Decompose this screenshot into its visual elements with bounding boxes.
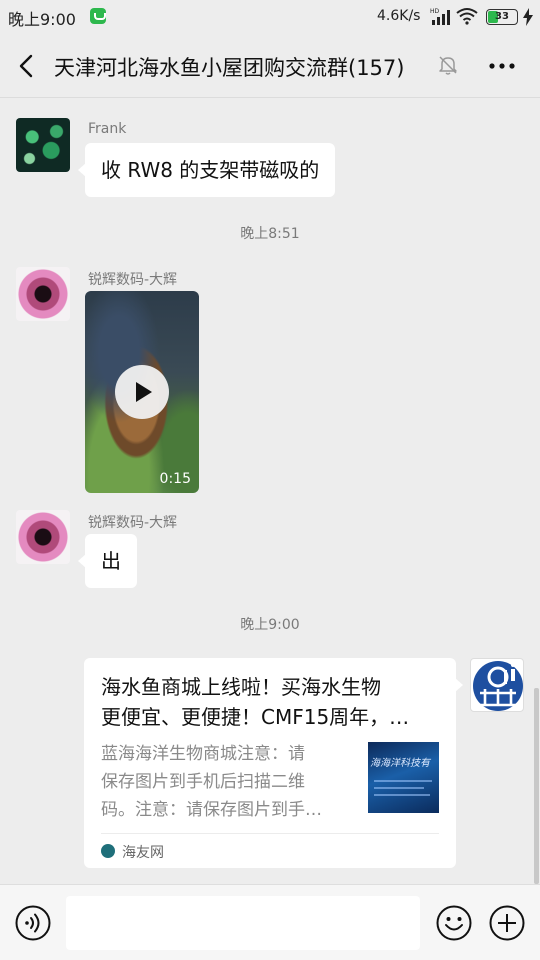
battery-level: 33 <box>495 11 509 22</box>
video-duration: 0:15 <box>159 471 191 487</box>
svg-text:HD: HD <box>430 8 440 15</box>
avatar-self[interactable] <box>470 658 524 712</box>
thumbnail-text: 海海洋科技有 <box>370 758 430 769</box>
play-icon[interactable] <box>115 365 169 419</box>
more-dots-icon[interactable] <box>487 56 517 76</box>
link-card-source: 海友网 <box>122 845 164 861</box>
scrollbar[interactable] <box>534 688 539 884</box>
avatar-dahui[interactable] <box>16 510 70 564</box>
sender-name: 锐辉数码-大辉 <box>88 515 178 531</box>
sender-name: 锐辉数码-大辉 <box>88 272 178 288</box>
avatar-logo-icon <box>473 661 523 711</box>
chat-title: 天津河北海水鱼小屋团购交流群(157) <box>54 56 405 80</box>
divider <box>101 833 439 834</box>
link-card-desc-line: 保存图片到手机后扫描二维 <box>101 772 305 792</box>
link-card-thumbnail: 海海洋科技有 <box>368 742 439 813</box>
app-notification-icon <box>90 8 106 24</box>
time-separator: 晚上9:00 <box>240 617 300 633</box>
link-card-description: 蓝海海洋生物商城注意：请 保存图片到手机后扫描二维 码。注意：请保存图片到手… <box>101 740 341 824</box>
link-card-desc-line: 蓝海海洋生物商城注意：请 <box>101 744 305 764</box>
battery-icon: 33 <box>486 9 518 25</box>
plus-icon[interactable] <box>489 905 525 941</box>
charging-icon <box>523 8 533 26</box>
wifi-icon <box>456 8 478 25</box>
message-input[interactable] <box>66 896 420 950</box>
emoji-icon[interactable] <box>436 905 472 941</box>
status-bar: 晚上9:00 4.6K/s HD 33 <box>0 0 540 34</box>
link-card-title-line: 海水鱼商城上线啦！买海水生物 <box>101 675 381 699</box>
voice-icon[interactable] <box>15 905 51 941</box>
avatar-dahui[interactable] <box>16 267 70 321</box>
network-speed: 4.6K/s <box>377 8 421 24</box>
message-bubble[interactable]: 收 RW8 的支架带磁吸的 <box>77 143 336 197</box>
link-card-title: 海水鱼商城上线啦！买海水生物 更便宜、更便捷！CMF15周年，… <box>101 672 441 732</box>
avatar-frank[interactable] <box>16 118 70 172</box>
link-card[interactable]: 海水鱼商城上线啦！买海水生物 更便宜、更便捷！CMF15周年，… 蓝海海洋生物商… <box>84 658 463 868</box>
chat-header: 天津河北海水鱼小屋团购交流群(157) <box>0 34 540 98</box>
message-bubble[interactable]: 出 <box>78 534 137 588</box>
source-logo-icon <box>101 844 115 858</box>
signal-icon: HD <box>430 8 450 25</box>
status-time: 晚上9:00 <box>8 10 76 29</box>
time-separator: 晚上8:51 <box>240 226 300 242</box>
video-message[interactable]: 0:15 <box>85 291 199 493</box>
back-arrow-icon[interactable] <box>14 52 40 80</box>
mute-bell-icon <box>439 56 457 75</box>
input-bar <box>0 884 540 960</box>
sender-name: Frank <box>88 121 127 137</box>
link-card-title-line: 更便宜、更便捷！CMF15周年，… <box>101 705 410 729</box>
link-card-desc-line: 码。注意：请保存图片到手… <box>101 800 322 820</box>
